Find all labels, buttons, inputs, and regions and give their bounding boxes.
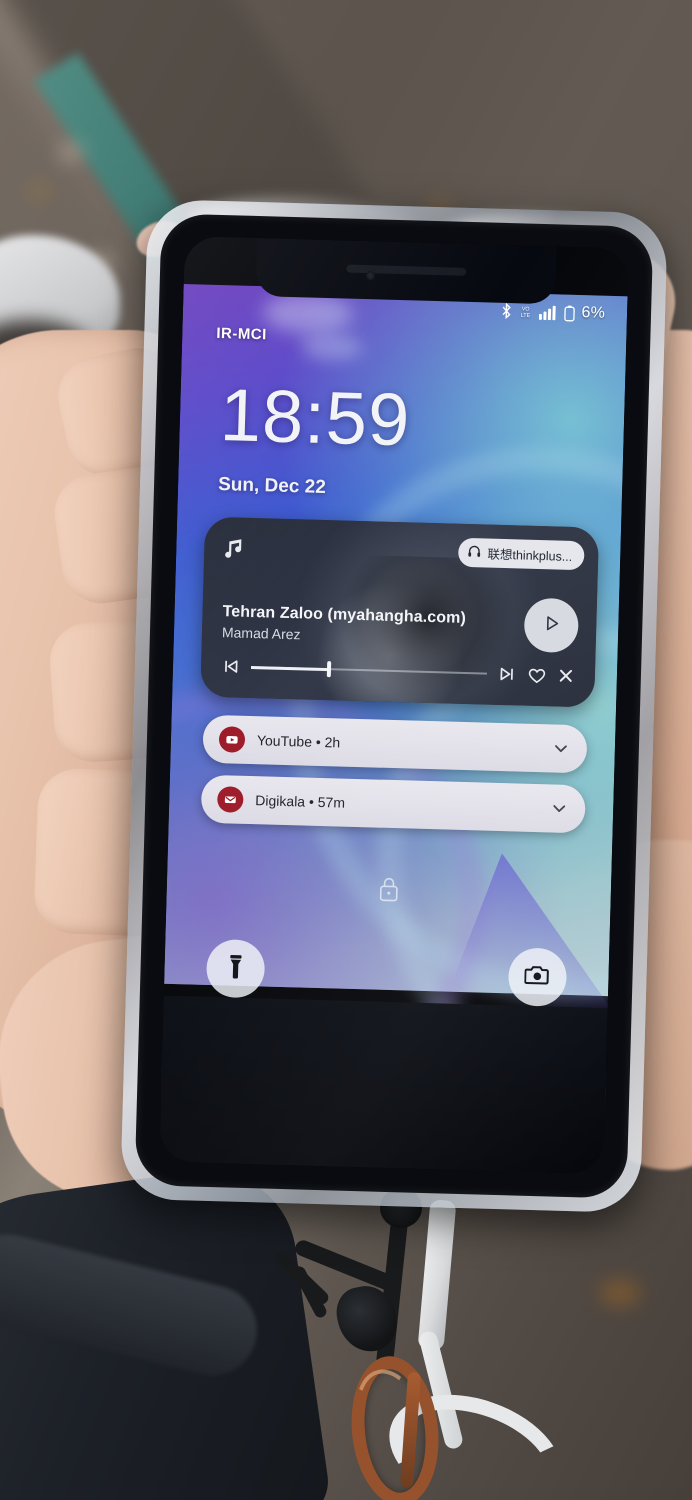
play-icon xyxy=(541,613,562,639)
flashlight-icon xyxy=(224,953,247,985)
chevron-down-icon[interactable] xyxy=(551,738,572,759)
camera-icon xyxy=(524,963,551,991)
digikala-mail-icon xyxy=(216,786,244,813)
seek-slider[interactable] xyxy=(250,659,487,682)
notification-label: YouTube • 2h xyxy=(256,732,341,751)
chevron-down-icon[interactable] xyxy=(549,798,570,819)
photo-scene: VO LTE 6% IR-MCI 18:59 Sun, Dec 22 联想thi… xyxy=(0,0,692,1500)
signal-bars-icon xyxy=(539,304,558,321)
heart-icon[interactable] xyxy=(527,665,548,685)
clock-time: 18:59 xyxy=(218,373,412,462)
svg-text:VO: VO xyxy=(522,306,530,312)
phone-device: VO LTE 6% IR-MCI 18:59 Sun, Dec 22 联想thi… xyxy=(120,194,668,1214)
output-device-chip[interactable]: 联想thinkplus... xyxy=(458,537,585,571)
close-icon[interactable] xyxy=(557,667,575,685)
screen-chin xyxy=(159,995,608,1175)
carrier-label: IR-MCI xyxy=(216,324,268,344)
skip-next-icon[interactable] xyxy=(497,664,518,685)
youtube-icon xyxy=(218,726,246,753)
media-text-block: Tehran Zaloo (myahangha.com) Mamad Arez xyxy=(222,603,466,647)
battery-percent-label: 6% xyxy=(581,304,606,322)
volte-icon: VO LTE xyxy=(518,303,533,319)
phone-body: VO LTE 6% IR-MCI 18:59 Sun, Dec 22 联想thi… xyxy=(134,213,654,1199)
seek-progress-fill xyxy=(250,665,329,671)
lock-icon xyxy=(375,874,402,910)
music-note-icon xyxy=(222,535,247,567)
battery-icon xyxy=(564,304,576,321)
seek-thumb[interactable] xyxy=(326,661,332,678)
phone-screen[interactable]: VO LTE 6% IR-MCI 18:59 Sun, Dec 22 联想thi… xyxy=(159,235,629,1175)
skip-previous-icon[interactable] xyxy=(221,656,242,677)
media-player-notification[interactable]: 联想thinkplus... Tehran Zaloo (myahangha.c… xyxy=(200,516,600,708)
clock-widget[interactable]: 18:59 Sun, Dec 22 xyxy=(218,373,412,501)
output-device-label: 联想thinkplus... xyxy=(487,547,573,564)
headphones-icon xyxy=(467,544,481,561)
svg-text:LTE: LTE xyxy=(521,313,531,319)
bluetooth-icon xyxy=(501,302,512,320)
notification-label: Digikala • 57m xyxy=(255,792,346,811)
